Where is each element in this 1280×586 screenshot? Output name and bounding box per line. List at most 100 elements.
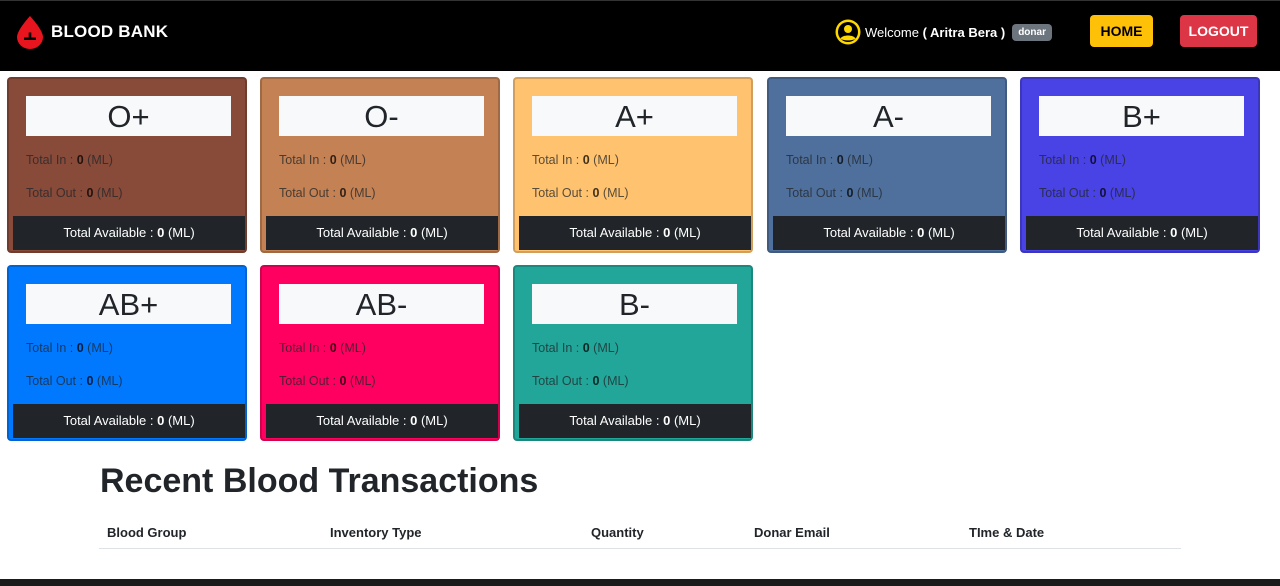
total-out-unit: (ML) <box>1109 186 1136 200</box>
total-out: Total Out : 0 (ML) <box>279 374 376 388</box>
total-available: Total Available : 0 (ML) <box>1026 216 1258 250</box>
total-out-value: 0 <box>86 374 94 388</box>
blood-group-label: B+ <box>1039 96 1244 136</box>
blood-group-card-O-pos: O+ Total In : 0 (ML) Total Out : 0 (ML) … <box>7 77 247 253</box>
navbar: BLOOD BANK Welcome ( Aritra Bera ) donar… <box>0 0 1280 71</box>
total-out-label: Total Out : <box>532 186 589 200</box>
total-available-value: 0 <box>1170 225 1178 240</box>
total-available-value: 0 <box>157 225 165 240</box>
total-out: Total Out : 0 (ML) <box>1039 186 1136 200</box>
total-available: Total Available : 0 (ML) <box>266 216 498 250</box>
blood-group-label: A- <box>786 96 991 136</box>
total-available-value: 0 <box>663 413 671 428</box>
total-in: Total In : 0 (ML) <box>1039 153 1126 167</box>
user-circle-icon <box>835 19 861 45</box>
column-header-quantity: Quantity <box>591 525 644 540</box>
total-available-unit: (ML) <box>673 413 701 428</box>
total-in-value: 0 <box>1089 153 1097 167</box>
total-in-label: Total In : <box>786 153 834 167</box>
total-available-label: Total Available : <box>823 225 914 240</box>
total-out: Total Out : 0 (ML) <box>532 186 629 200</box>
brand-name: BLOOD BANK <box>51 22 169 41</box>
column-header-blood-group: Blood Group <box>107 525 187 540</box>
brand[interactable]: BLOOD BANK <box>15 15 168 49</box>
total-in-value: 0 <box>76 153 84 167</box>
total-available-value: 0 <box>157 413 165 428</box>
total-available: Total Available : 0 (ML) <box>773 216 1005 250</box>
total-in: Total In : 0 (ML) <box>786 153 873 167</box>
total-out-label: Total Out : <box>786 186 843 200</box>
total-available-value: 0 <box>410 225 418 240</box>
total-out: Total Out : 0 (ML) <box>26 374 123 388</box>
total-in-unit: (ML) <box>847 153 873 167</box>
total-out-value: 0 <box>592 374 600 388</box>
section-title: Recent Blood Transactions <box>100 462 539 500</box>
total-in-label: Total In : <box>279 341 327 355</box>
total-in-value: 0 <box>582 153 590 167</box>
total-available: Total Available : 0 (ML) <box>266 404 498 438</box>
total-in: Total In : 0 (ML) <box>532 153 619 167</box>
total-out-label: Total Out : <box>279 374 336 388</box>
total-out-label: Total Out : <box>532 374 589 388</box>
total-in-label: Total In : <box>26 341 74 355</box>
total-in: Total In : 0 (ML) <box>26 153 113 167</box>
total-in-unit: (ML) <box>340 341 366 355</box>
role-badge: donar <box>1012 23 1052 41</box>
total-in-label: Total In : <box>26 153 74 167</box>
total-out-value: 0 <box>339 186 347 200</box>
total-in-label: Total In : <box>279 153 327 167</box>
total-available-value: 0 <box>917 225 925 240</box>
total-in-unit: (ML) <box>1100 153 1126 167</box>
total-in-unit: (ML) <box>340 153 366 167</box>
column-header-donar-email: Donar Email <box>754 525 830 540</box>
total-in-unit: (ML) <box>593 153 619 167</box>
blood-group-card-A-neg: A- Total In : 0 (ML) Total Out : 0 (ML) … <box>767 77 1007 253</box>
total-available-unit: (ML) <box>420 225 448 240</box>
total-out-label: Total Out : <box>26 186 83 200</box>
total-out-unit: (ML) <box>602 186 629 200</box>
column-header-time-date: TIme & Date <box>969 525 1045 540</box>
total-available-unit: (ML) <box>167 225 195 240</box>
total-available-value: 0 <box>663 225 671 240</box>
total-available: Total Available : 0 (ML) <box>519 216 751 250</box>
total-in-unit: (ML) <box>593 341 619 355</box>
total-out-label: Total Out : <box>26 374 83 388</box>
total-out: Total Out : 0 (ML) <box>26 186 123 200</box>
total-in-value: 0 <box>582 341 590 355</box>
total-in-value: 0 <box>329 153 337 167</box>
welcome-text: Welcome ( Aritra Bera ) <box>865 25 1005 40</box>
footer <box>0 579 1280 586</box>
total-available-label: Total Available : <box>316 225 407 240</box>
total-in-label: Total In : <box>1039 153 1087 167</box>
total-available-label: Total Available : <box>63 225 154 240</box>
total-available-unit: (ML) <box>420 413 448 428</box>
transactions-table: Blood Group Inventory Type Quantity Dona… <box>99 517 1181 549</box>
blood-drop-icon <box>17 16 43 49</box>
total-out: Total Out : 0 (ML) <box>786 186 883 200</box>
total-in-label: Total In : <box>532 341 580 355</box>
blood-group-card-O-neg: O- Total In : 0 (ML) Total Out : 0 (ML) … <box>260 77 500 253</box>
total-available-label: Total Available : <box>316 413 407 428</box>
total-available-value: 0 <box>410 413 418 428</box>
total-available-unit: (ML) <box>167 413 195 428</box>
total-out-label: Total Out : <box>1039 186 1096 200</box>
total-out-unit: (ML) <box>96 374 123 388</box>
total-in-unit: (ML) <box>87 153 113 167</box>
blood-group-label: AB+ <box>26 284 231 324</box>
total-available: Total Available : 0 (ML) <box>13 216 245 250</box>
total-in: Total In : 0 (ML) <box>26 341 113 355</box>
home-button[interactable]: HOME <box>1090 15 1153 47</box>
blood-group-card-B-pos: B+ Total In : 0 (ML) Total Out : 0 (ML) … <box>1020 77 1260 253</box>
blood-group-card-A-pos: A+ Total In : 0 (ML) Total Out : 0 (ML) … <box>513 77 753 253</box>
total-out-unit: (ML) <box>349 186 376 200</box>
total-available-label: Total Available : <box>569 413 660 428</box>
welcome-prefix: Welcome <box>865 24 919 40</box>
total-out-value: 0 <box>846 186 854 200</box>
total-out-value: 0 <box>86 186 94 200</box>
logout-button[interactable]: LOGOUT <box>1180 15 1257 47</box>
total-in: Total In : 0 (ML) <box>279 153 366 167</box>
total-out: Total Out : 0 (ML) <box>279 186 376 200</box>
total-out-value: 0 <box>592 186 600 200</box>
blood-group-label: A+ <box>532 96 737 136</box>
blood-group-label: AB- <box>279 284 484 324</box>
